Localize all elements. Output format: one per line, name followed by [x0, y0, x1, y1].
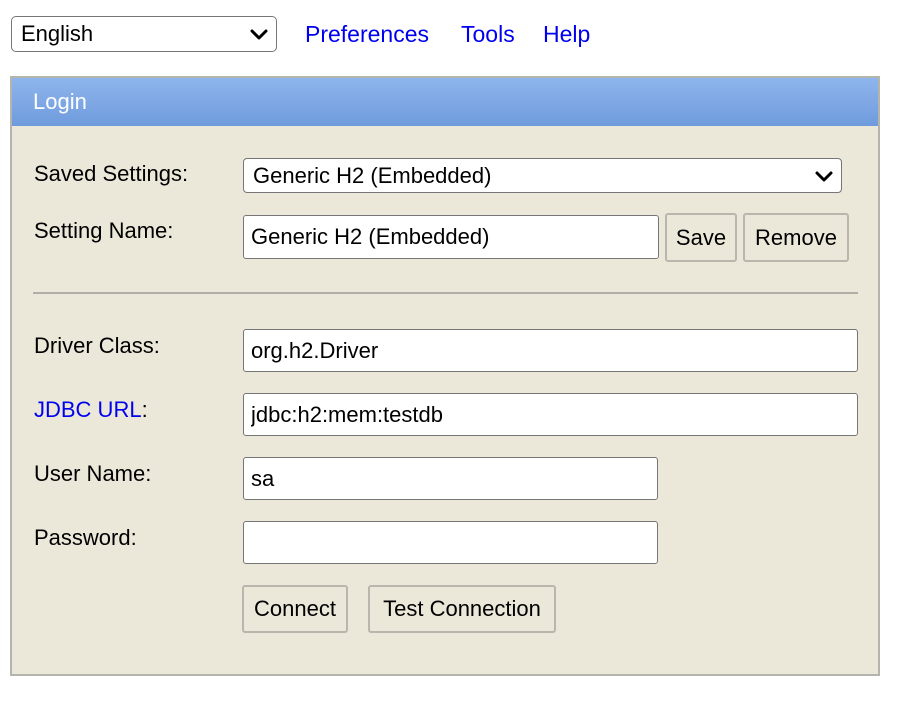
tools-link[interactable]: Tools [461, 20, 515, 48]
remove-button[interactable]: Remove [743, 213, 849, 262]
test-connection-button[interactable]: Test Connection [368, 585, 556, 633]
saved-settings-value: Generic H2 (Embedded) [253, 162, 492, 188]
connect-button[interactable]: Connect [242, 585, 348, 633]
saved-settings-label: Saved Settings: [34, 161, 189, 186]
driver-class-input[interactable] [243, 329, 858, 372]
preferences-link[interactable]: Preferences [305, 20, 429, 48]
jdbc-url-label: JDBC URL: [34, 396, 148, 424]
password-label: Password: [34, 525, 137, 550]
user-name-input[interactable] [243, 457, 658, 500]
divider [33, 292, 858, 294]
setting-name-input[interactable] [243, 215, 659, 259]
chevron-down-icon [813, 165, 835, 187]
help-link[interactable]: Help [543, 20, 590, 48]
login-panel: Login Saved Settings: Generic H2 (Embedd… [10, 76, 880, 676]
driver-class-label: Driver Class: [34, 333, 160, 358]
jdbc-url-help-link[interactable]: JDBC URL [34, 397, 142, 422]
save-button[interactable]: Save [665, 213, 737, 262]
user-name-label: User Name: [34, 461, 152, 486]
jdbc-url-input[interactable] [243, 393, 858, 436]
language-select-value: English [21, 21, 94, 46]
login-panel-title: Login [12, 78, 878, 126]
language-select[interactable]: English [11, 16, 277, 52]
chevron-down-icon [248, 23, 270, 45]
saved-settings-select[interactable]: Generic H2 (Embedded) [243, 158, 842, 193]
setting-name-label: Setting Name: [34, 218, 174, 243]
password-input[interactable] [243, 521, 658, 564]
jdbc-url-label-suffix: : [141, 397, 148, 422]
